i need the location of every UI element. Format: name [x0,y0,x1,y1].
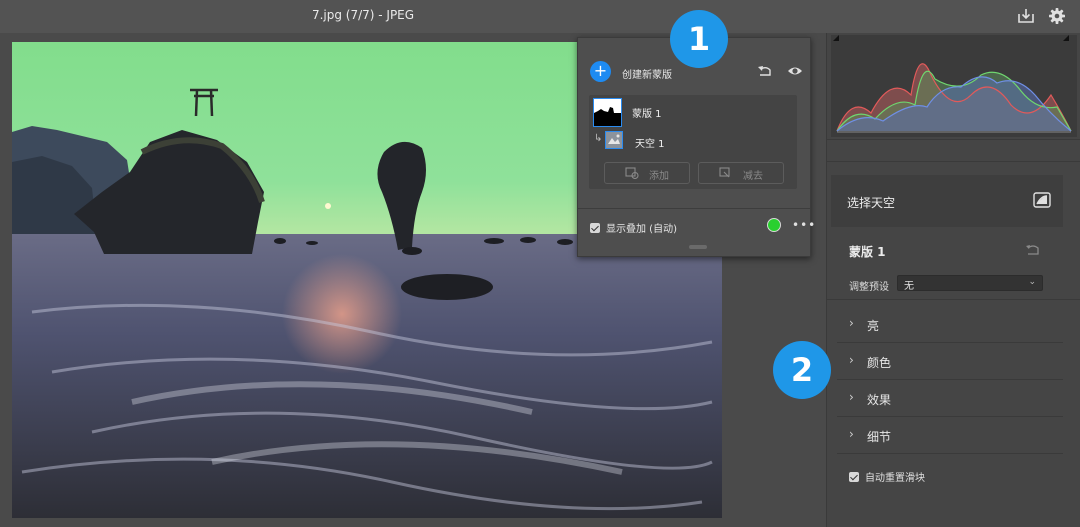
preset-select[interactable]: 无 ⌄ [897,275,1043,292]
chevron-right-icon: › [849,390,854,404]
mask-list: 蒙版 1 ↳ 天空 1 添加 减去 [589,95,797,189]
undo-icon[interactable] [757,64,773,78]
panel-resize-handle[interactable] [689,245,707,249]
reset-icon[interactable] [1025,243,1041,257]
export-icon[interactable] [1016,6,1036,26]
chevron-right-icon: › [849,427,854,441]
top-bar: 7.jpg (7/7) - JPEG [0,0,1080,33]
section-effects[interactable]: › 效果 [837,380,1063,417]
callout-badge-1: 1 [670,10,728,68]
show-overlay-checkbox[interactable]: 显示叠加 (自动) [590,220,677,235]
create-mask-label: 创建新蒙版 [622,70,672,81]
mask-item-label: 蒙版 1 [632,109,662,120]
subtract-mask-icon [719,167,730,178]
add-label: 添加 [649,171,669,182]
add-mask-icon [625,167,639,179]
section-light[interactable]: › 亮 [837,306,1063,343]
select-sky-block: 选择天空 [831,175,1063,227]
subtract-label: 减去 [743,171,763,182]
show-overlay-label: 显示叠加 (自动) [606,224,677,235]
histogram [831,35,1077,137]
mask-thumbnail[interactable] [593,98,622,127]
section-detail[interactable]: › 细节 [837,417,1063,454]
chevron-down-icon: ⌄ [1028,277,1036,287]
create-mask-button[interactable]: + [590,61,611,82]
section-label: 效果 [867,393,892,407]
section-color[interactable]: › 颜色 [837,343,1063,380]
auto-reset-label: 自动重置滑块 [865,473,925,484]
sky-component-label: 天空 1 [635,139,665,150]
callout-badge-2: 2 [773,341,831,399]
section-label: 颜色 [867,356,892,370]
add-button[interactable]: 添加 [604,162,690,184]
sub-item-arrow-icon: ↳ [594,133,603,144]
chevron-right-icon: › [849,353,854,367]
masks-panel: + 创建新蒙版 蒙版 1 ↳ 天空 1 添加 减去 显示叠加 (自动) ••• [577,37,815,257]
chevron-right-icon: › [849,316,854,330]
preset-value: 无 [904,281,914,292]
overlay-color-swatch[interactable] [767,218,781,232]
section-label: 细节 [867,430,892,444]
auto-reset-checkbox[interactable]: 自动重置滑块 [849,469,925,484]
select-sky-label: 选择天空 [847,196,896,210]
subtract-button[interactable]: 减去 [698,162,784,184]
checkbox-checked-icon [849,472,859,482]
section-label: 亮 [867,319,880,333]
preset-label: 调整预设 [849,282,889,293]
sky-component-thumbnail[interactable] [605,131,623,149]
eye-icon[interactable] [787,64,803,78]
right-panel: 选择天空 蒙版 1 调整预设 无 ⌄ › 亮 › 颜色 › 效果 › 细节 自动… [826,33,1080,527]
select-sky-icon[interactable] [1033,192,1051,208]
window-title: 7.jpg (7/7) - JPEG [311,8,415,22]
checkbox-checked-icon [590,223,600,233]
mask-name: 蒙版 1 [849,245,886,259]
gear-icon[interactable] [1047,6,1067,26]
more-options-icon[interactable]: ••• [792,218,816,232]
